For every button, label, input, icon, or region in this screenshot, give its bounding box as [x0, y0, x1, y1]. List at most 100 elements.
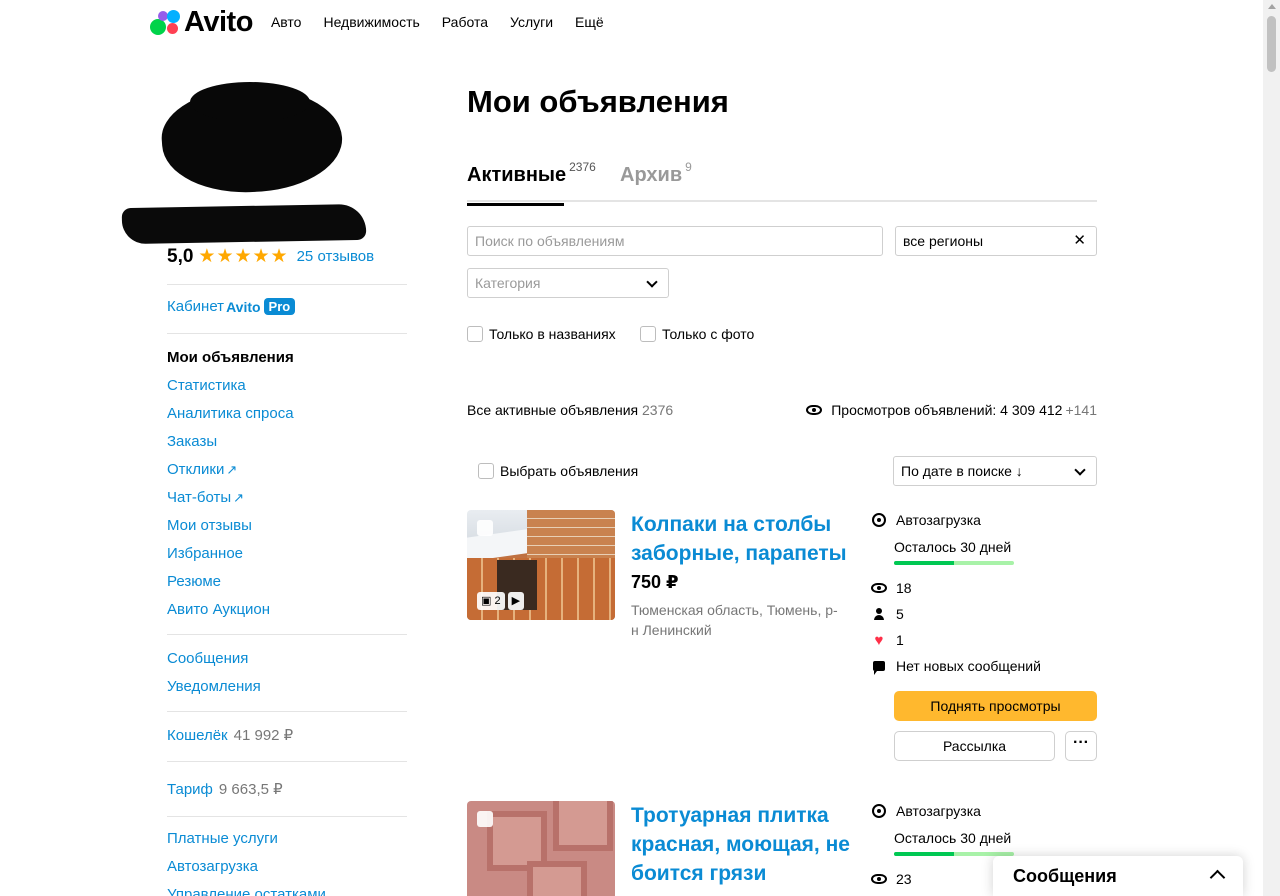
- eye-icon: [871, 583, 887, 593]
- sidebar-item-messages[interactable]: Сообщения: [167, 645, 261, 673]
- top-nav: Авто Недвижимость Работа Услуги Ещё: [271, 14, 604, 30]
- reviews-link[interactable]: 25 отзывов: [297, 248, 375, 265]
- scrollbar[interactable]: [1263, 0, 1280, 896]
- raise-views-button[interactable]: Поднять просмотры: [894, 691, 1097, 721]
- divider: [167, 761, 407, 762]
- divider: [167, 711, 407, 712]
- views-stat: 23: [870, 871, 912, 887]
- sidebar-item-statistics[interactable]: Статистика: [167, 372, 294, 400]
- checkbox[interactable]: [478, 463, 494, 479]
- tab-archive[interactable]: Архив 9: [620, 160, 692, 187]
- contacts-stat: 5: [870, 606, 904, 622]
- sidebar-tariff: Тариф 9 663,5 ₽: [167, 776, 283, 804]
- autoload-icon: [872, 804, 886, 818]
- only-photo-checkbox[interactable]: Только с фото: [640, 326, 754, 342]
- active-ads-summary: Все активные объявления 2376: [467, 402, 674, 418]
- video-icon: ▶: [507, 592, 525, 610]
- listing-checkbox[interactable]: [477, 520, 493, 536]
- logo-text: Avito: [184, 5, 253, 38]
- days-left: Осталось 30 дней: [894, 830, 1012, 846]
- sidebar-item-wallet[interactable]: Кошелёк 41 992 ₽: [167, 722, 293, 750]
- avatar[interactable]: [158, 81, 350, 200]
- autoload-icon: [872, 513, 886, 527]
- only-titles-checkbox[interactable]: Только в названиях: [467, 326, 616, 342]
- rating-stars-icon: ★★★★★: [198, 246, 289, 267]
- tariff-amount: 9 663,5 ₽: [218, 781, 283, 798]
- sidebar-item-stock-management[interactable]: Управление остатками: [167, 881, 326, 896]
- message-icon: [873, 661, 885, 675]
- divider: [167, 634, 407, 635]
- divider: [167, 284, 407, 285]
- scrollbar-thumb[interactable]: [1267, 16, 1276, 72]
- region-select[interactable]: все регионы ✕: [895, 226, 1097, 256]
- sidebar-item-autoload[interactable]: Автозагрузка: [167, 853, 326, 881]
- cabinet-label: Кабинет: [167, 298, 225, 315]
- select-ads-checkbox[interactable]: Выбрать объявления: [478, 463, 638, 479]
- listing-price: 750 ₽: [631, 572, 679, 592]
- views-delta: +141: [1065, 402, 1097, 418]
- mailing-button[interactable]: Рассылка: [894, 731, 1055, 761]
- sidebar-item-chatbots[interactable]: Чат-боты ↗: [167, 484, 294, 512]
- rating-score: 5,0: [167, 245, 194, 267]
- listing-photo[interactable]: ▣ 2 ▶: [467, 510, 615, 620]
- sidebar-menu-services: Платные услуги Автозагрузка Управление о…: [167, 825, 326, 896]
- messages-stat: Нет новых сообщений: [870, 658, 1041, 675]
- listing-checkbox[interactable]: [477, 811, 493, 827]
- tab-archive-count: 9: [685, 160, 692, 174]
- messages-panel[interactable]: Сообщения: [993, 856, 1243, 896]
- heart-icon: ♥: [874, 631, 884, 649]
- sidebar-item-responses[interactable]: Отклики ↗: [167, 456, 294, 484]
- sidebar-item-favorites[interactable]: Избранное: [167, 540, 294, 568]
- avito-logo[interactable]: Avito: [150, 0, 253, 44]
- chevron-down-icon: [1074, 464, 1086, 476]
- page-title: Мои объявления: [467, 84, 729, 119]
- ads-tabs: Активные 2376 Архив 9: [467, 160, 1097, 206]
- sidebar-item-demand-analytics[interactable]: Аналитика спроса: [167, 400, 294, 428]
- sidebar-item-orders[interactable]: Заказы: [167, 428, 294, 456]
- listing-title[interactable]: Колпаки на столбы заборные, парапеты: [631, 510, 856, 568]
- sidebar-item-notifications[interactable]: Уведомления: [167, 673, 261, 701]
- person-icon: [874, 608, 884, 620]
- sort-select[interactable]: По дате в поиске ↓: [893, 456, 1097, 486]
- region-value: все регионы: [903, 233, 984, 249]
- sidebar-item-auction[interactable]: Авито Аукцион: [167, 596, 294, 624]
- cabinet-pro-link[interactable]: Кабинет Avito Pro: [167, 298, 296, 315]
- external-link-icon: ↗: [226, 462, 238, 477]
- sidebar-item-paid-services[interactable]: Платные услуги: [167, 825, 326, 853]
- category-select[interactable]: Категория: [467, 268, 669, 298]
- sidebar-item-my-ads[interactable]: Мои объявления: [167, 344, 294, 372]
- nav-auto[interactable]: Авто: [271, 14, 302, 30]
- sidebar-menu-main: Мои объявления Статистика Аналитика спро…: [167, 344, 294, 624]
- checkbox[interactable]: [640, 326, 656, 342]
- nav-realty[interactable]: Недвижимость: [323, 14, 419, 30]
- active-ads-count: 2376: [642, 402, 674, 418]
- tab-active[interactable]: Активные 2376: [467, 160, 596, 206]
- cabinet-brand: Avito: [226, 298, 261, 315]
- autoload-status: Автозагрузка: [870, 512, 981, 528]
- wallet-amount: 41 992 ₽: [233, 727, 294, 744]
- sidebar-menu-comms: Сообщения Уведомления: [167, 645, 261, 701]
- favorites-stat: ♥ 1: [870, 631, 904, 649]
- sidebar-item-my-reviews[interactable]: Мои отзывы: [167, 512, 294, 540]
- checkbox[interactable]: [467, 326, 483, 342]
- nav-jobs[interactable]: Работа: [442, 14, 488, 30]
- more-actions-button[interactable]: ···: [1065, 731, 1097, 761]
- listing-photo[interactable]: ▣ 3 ▶: [467, 801, 615, 896]
- divider: [167, 816, 407, 817]
- camera-icon[interactable]: [322, 182, 338, 194]
- autoload-status: Автозагрузка: [870, 803, 981, 819]
- listing-card: ▣ 2 ▶ Колпаки на столбы заборные, парапе…: [467, 510, 1097, 770]
- nav-more[interactable]: Ещё: [575, 14, 604, 30]
- search-input[interactable]: Поиск по объявлениям: [467, 226, 883, 256]
- sidebar-wallet: Кошелёк 41 992 ₽: [167, 722, 293, 750]
- chevron-down-icon: [646, 276, 658, 288]
- clear-region-icon[interactable]: ✕: [1073, 227, 1086, 255]
- chevron-up-icon[interactable]: [1209, 869, 1226, 886]
- sidebar-item-resume[interactable]: Резюме: [167, 568, 294, 596]
- scroll-up-icon[interactable]: [1268, 4, 1276, 9]
- logo-dots-icon: [150, 7, 182, 37]
- nav-services[interactable]: Услуги: [510, 14, 553, 30]
- external-link-icon: ↗: [233, 490, 245, 505]
- sidebar-item-tariff[interactable]: Тариф 9 663,5 ₽: [167, 776, 283, 804]
- listing-title[interactable]: Тротуарная плитка красная, моющая, не бо…: [631, 801, 856, 888]
